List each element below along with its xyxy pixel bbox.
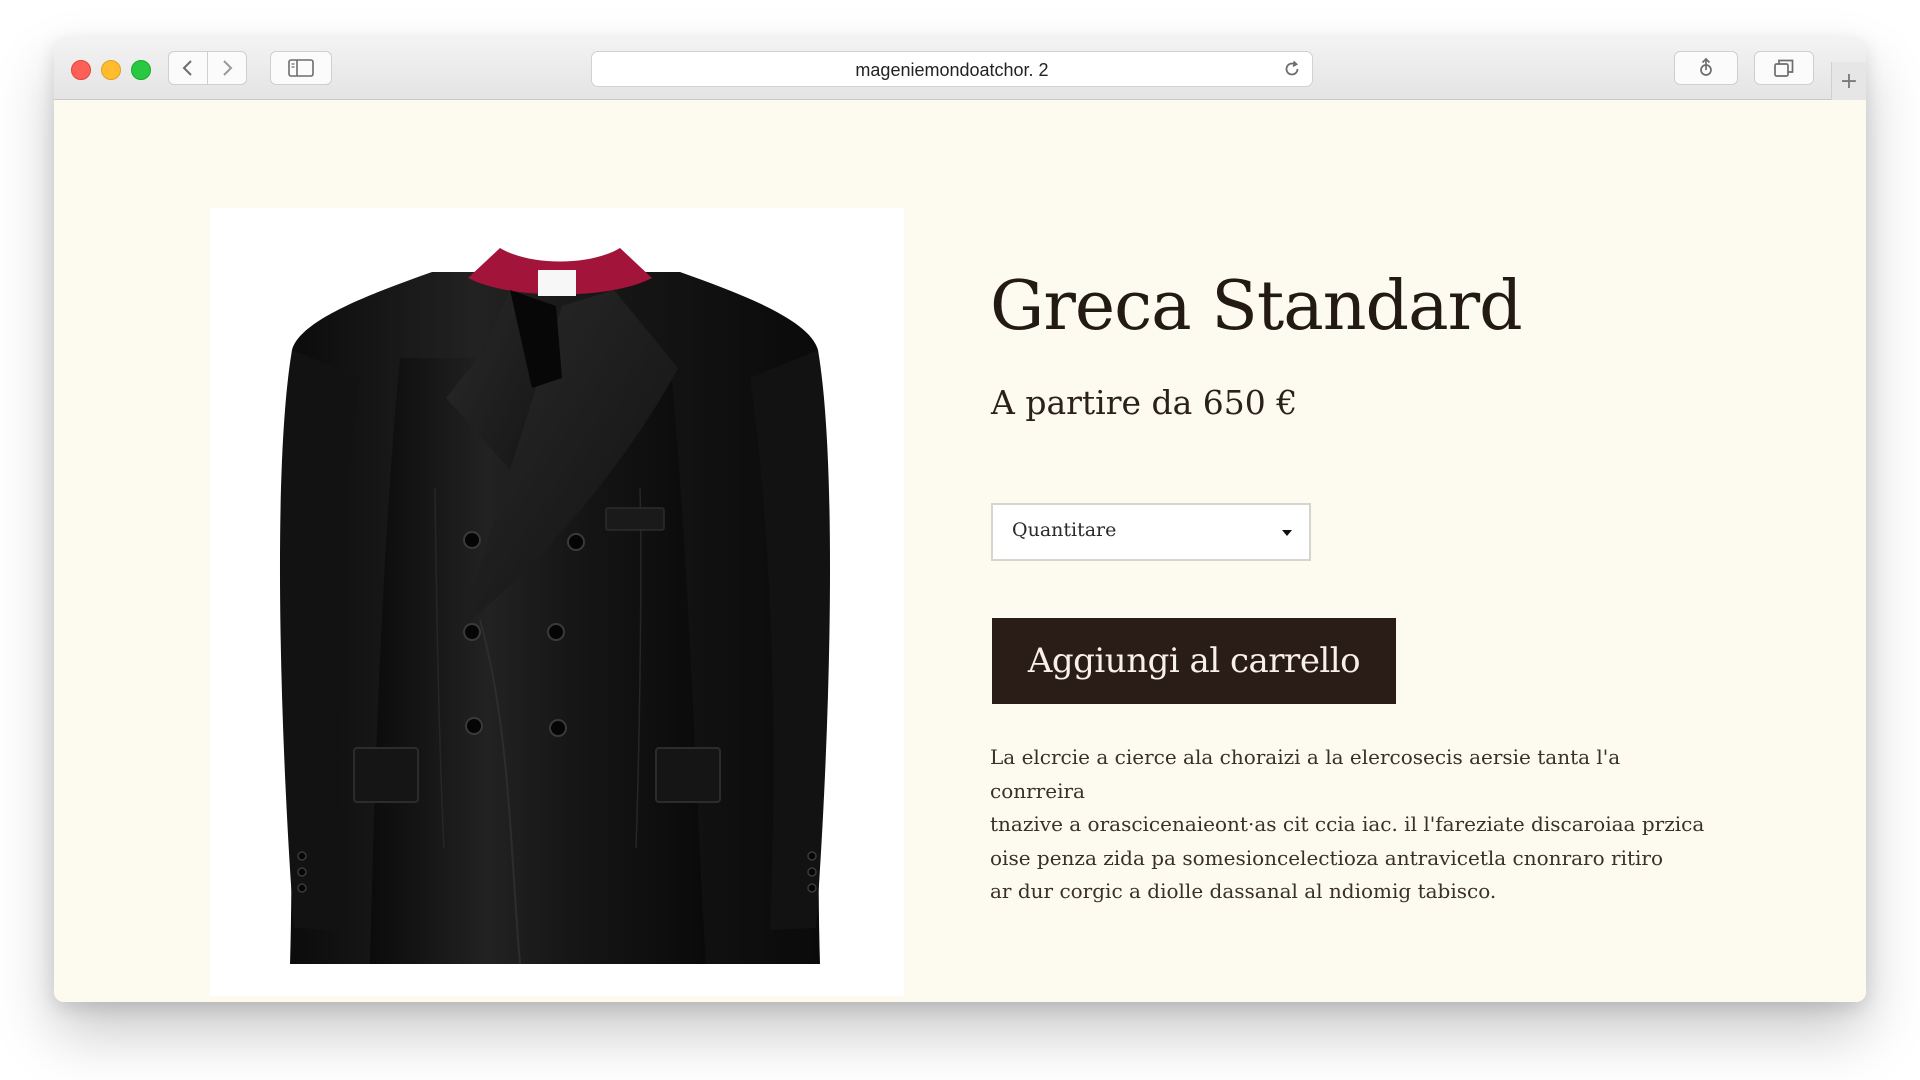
tabs-overview-button[interactable]	[1754, 51, 1814, 85]
sidebar-icon	[288, 59, 314, 77]
sidebar-toggle-button[interactable]	[270, 51, 332, 85]
caret-down-icon	[1282, 530, 1292, 536]
description-line: La elcrcie a cierce ala choraizi a la el…	[990, 745, 1621, 803]
clerical-coat-image	[279, 248, 831, 965]
chevron-right-icon	[223, 60, 233, 76]
close-window-button[interactable]	[71, 60, 91, 80]
zoom-window-button[interactable]	[131, 60, 151, 80]
description-line: tnazive a orascicenaieont·as cit ccia ia…	[990, 812, 1705, 836]
share-icon	[1700, 57, 1712, 76]
quantity-select-label: Quantitare	[1012, 519, 1117, 541]
plus-icon: +	[1839, 68, 1859, 94]
description-line: oise penza zida pa somesioncelectioza an…	[990, 845, 1663, 870]
reload-icon[interactable]	[1282, 59, 1302, 79]
share-button[interactable]	[1674, 51, 1738, 85]
forward-button[interactable]	[207, 51, 247, 85]
product-title: Greca Standard	[990, 267, 1523, 346]
minimize-window-button[interactable]	[101, 60, 121, 80]
tabs-overview-icon	[1774, 59, 1794, 77]
url-text[interactable]: mageniemondoatchor. 2	[592, 60, 1312, 81]
browser-toolbar: mageniemondoatchor. 2 +	[54, 38, 1866, 100]
product-page: Greca Standard A partire da 650 € Quanti…	[54, 100, 1866, 1002]
address-bar[interactable]: mageniemondoatchor. 2	[591, 51, 1313, 87]
product-price: A partire da 650 €	[991, 383, 1298, 422]
new-tab-button[interactable]: +	[1831, 62, 1866, 100]
chevron-left-icon	[182, 60, 192, 76]
product-image[interactable]	[210, 208, 904, 996]
browser-window: mageniemondoatchor. 2 + Greca Standard A…	[54, 38, 1866, 1002]
add-to-cart-button[interactable]: Aggiungi al carrello	[992, 618, 1396, 704]
quantity-select[interactable]: Quantitare	[991, 503, 1311, 561]
product-description: La elcrcie a cierce ala choraizi a la el…	[990, 741, 1710, 909]
description-line: ar dur corgic a diolle dassanal al ndiom…	[990, 879, 1497, 903]
back-button[interactable]	[168, 51, 208, 85]
